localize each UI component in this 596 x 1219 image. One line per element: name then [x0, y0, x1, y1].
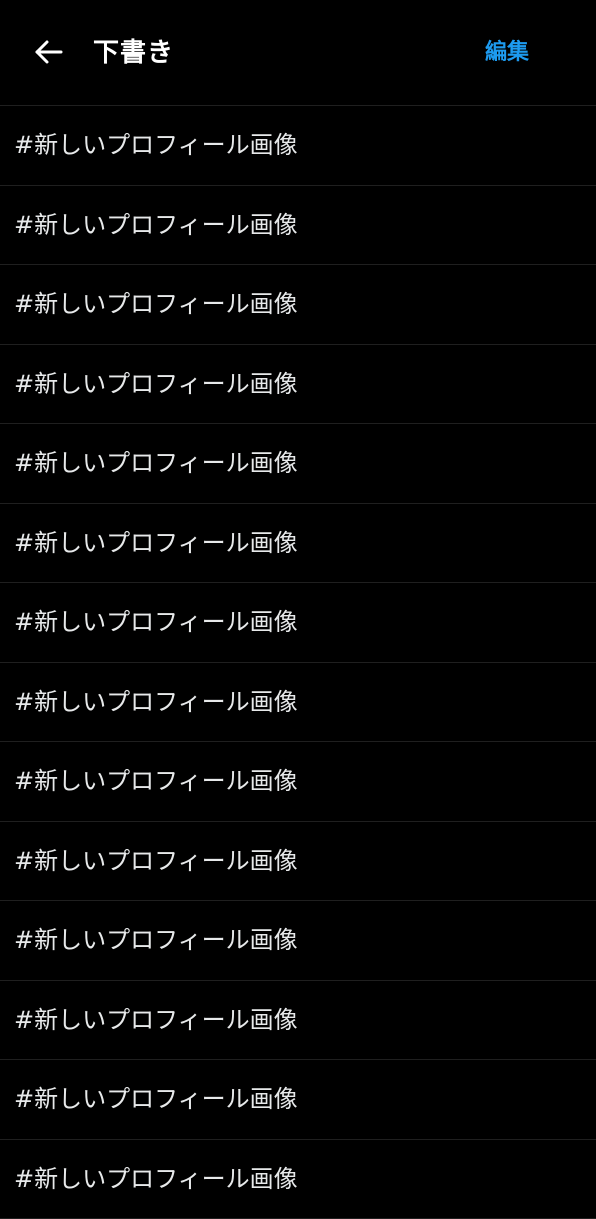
edit-button[interactable]: 編集 [485, 38, 529, 68]
draft-item[interactable]: #新しいプロフィール画像 [0, 663, 596, 743]
draft-item[interactable]: #新しいプロフィール画像 [0, 1060, 596, 1140]
draft-text: #新しいプロフィール画像 [14, 846, 298, 876]
draft-text: #新しいプロフィール画像 [14, 925, 298, 955]
arrow-left-icon [31, 35, 65, 73]
draft-text: #新しいプロフィール画像 [14, 766, 298, 796]
draft-item[interactable]: #新しいプロフィール画像 [0, 106, 596, 186]
draft-text: #新しいプロフィール画像 [14, 130, 298, 160]
draft-item[interactable]: #新しいプロフィール画像 [0, 186, 596, 266]
draft-item[interactable]: #新しいプロフィール画像 [0, 583, 596, 663]
draft-text: #新しいプロフィール画像 [14, 528, 298, 558]
draft-text: #新しいプロフィール画像 [14, 607, 298, 637]
draft-item[interactable]: #新しいプロフィール画像 [0, 424, 596, 504]
draft-item[interactable]: #新しいプロフィール画像 [0, 742, 596, 822]
draft-item[interactable]: #新しいプロフィール画像 [0, 901, 596, 981]
draft-text: #新しいプロフィール画像 [14, 369, 298, 399]
draft-text: #新しいプロフィール画像 [14, 210, 298, 240]
draft-text: #新しいプロフィール画像 [14, 448, 298, 478]
draft-item[interactable]: #新しいプロフィール画像 [0, 345, 596, 425]
draft-item[interactable]: #新しいプロフィール画像 [0, 265, 596, 345]
draft-text: #新しいプロフィール画像 [14, 1084, 298, 1114]
draft-text: #新しいプロフィール画像 [14, 289, 298, 319]
draft-item[interactable]: #新しいプロフィール画像 [0, 981, 596, 1061]
draft-item[interactable]: #新しいプロフィール画像 [0, 504, 596, 584]
draft-text: #新しいプロフィール画像 [14, 1005, 298, 1035]
back-button[interactable] [28, 34, 68, 74]
draft-text: #新しいプロフィール画像 [14, 1164, 298, 1194]
draft-item[interactable]: #新しいプロフィール画像 [0, 822, 596, 902]
draft-item[interactable]: #新しいプロフィール画像 [0, 1140, 596, 1219]
page-title: 下書き [93, 37, 174, 69]
draft-text: #新しいプロフィール画像 [14, 687, 298, 717]
drafts-list: #新しいプロフィール画像 #新しいプロフィール画像 #新しいプロフィール画像 #… [0, 106, 596, 1219]
top-app-bar: 下書き 編集 [0, 0, 596, 106]
